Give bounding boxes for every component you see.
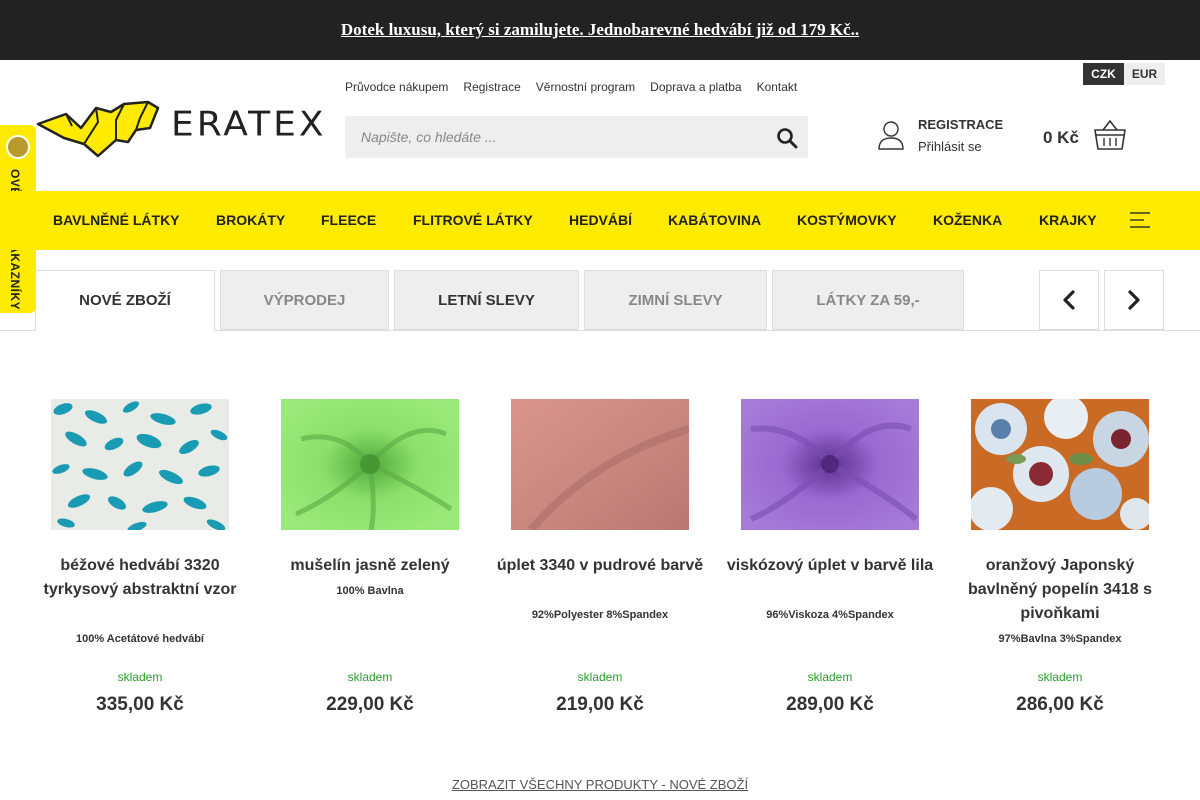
- toplink-shipping[interactable]: Doprava a platba: [650, 80, 741, 94]
- toplink-loyalty[interactable]: Věrnostní program: [536, 80, 635, 94]
- site-logo[interactable]: ERATEX: [36, 100, 324, 158]
- logo-text: ERATEX: [171, 105, 327, 144]
- product-composition: 100% Acetátové hedvábí: [76, 633, 204, 645]
- tabs-prev-button[interactable]: [1039, 270, 1099, 330]
- currency-eur-button[interactable]: EUR: [1124, 63, 1165, 85]
- verified-seal-icon: [6, 135, 30, 159]
- product-image[interactable]: [51, 399, 229, 530]
- promo-link[interactable]: Dotek luxusu, který si zamilujete. Jedno…: [341, 20, 859, 40]
- product-stock: skladem: [1037, 670, 1083, 684]
- search-input[interactable]: [345, 116, 765, 158]
- show-all-products-link[interactable]: ZOBRAZIT VŠECHNY PRODUKTY - NOVÉ ZBOŽÍ: [452, 777, 748, 792]
- product-name[interactable]: viskózový úplet v barvě lila: [715, 554, 945, 578]
- register-link[interactable]: REGISTRACE: [918, 117, 1003, 132]
- promo-bar: Dotek luxusu, který si zamilujete. Jedno…: [0, 0, 1200, 60]
- category-kostymovky[interactable]: KOSTÝMOVKY: [797, 191, 897, 250]
- product-image[interactable]: [971, 399, 1149, 530]
- product-price: 229,00 Kč: [326, 694, 414, 715]
- product-stock: skladem: [347, 670, 393, 684]
- show-all-container: ZOBRAZIT VŠECHNY PRODUKTY - NOVÉ ZBOŽÍ: [0, 777, 1200, 792]
- product-name[interactable]: úplet 3340 v pudrové barvě: [485, 554, 715, 578]
- product-composition: 97%Bavlna 3%Spandex: [998, 633, 1122, 645]
- cart-total: 0 Kč: [1043, 128, 1079, 147]
- product-composition: 92%Polyester 8%Spandex: [531, 609, 669, 621]
- product-image[interactable]: [741, 399, 919, 530]
- toplink-registration[interactable]: Registrace: [463, 80, 520, 94]
- category-hedvabi[interactable]: HEDVÁBÍ: [569, 191, 632, 250]
- product-composition: 100% Bavlna: [336, 585, 404, 597]
- toplink-guide[interactable]: Průvodce nákupem: [345, 80, 448, 94]
- category-flitrove-latky[interactable]: FLITROVÉ LÁTKY: [413, 191, 533, 250]
- product-price: 219,00 Kč: [556, 694, 644, 715]
- product-price: 289,00 Kč: [786, 694, 874, 715]
- category-fleece[interactable]: FLEECE: [321, 191, 376, 250]
- category-nav: BAVLNĚNÉ LÁTKY BROKÁTY FLEECE FLITROVÉ L…: [0, 191, 1200, 250]
- product-stock: skladem: [807, 670, 853, 684]
- currency-switcher: CZK EUR: [1083, 63, 1165, 85]
- basket-icon[interactable]: [1093, 118, 1127, 152]
- toplink-contact[interactable]: Kontakt: [757, 80, 798, 94]
- product-image[interactable]: [511, 399, 689, 530]
- chevron-left-icon: [1063, 290, 1075, 310]
- login-link[interactable]: Přihlásit se: [918, 139, 982, 154]
- menu-icon[interactable]: [1130, 212, 1150, 228]
- chevron-right-icon: [1128, 290, 1140, 310]
- tab-vyprodej[interactable]: VÝPRODEJ: [220, 270, 389, 330]
- product-name[interactable]: mušelín jasně zelený: [255, 554, 485, 578]
- product-composition: 96%Viskoza 4%Spandex: [766, 609, 894, 621]
- tab-latky-za-59[interactable]: LÁTKY ZA 59,-: [772, 270, 964, 330]
- search-icon[interactable]: [776, 127, 798, 149]
- category-kabatovina[interactable]: KABÁTOVINA: [668, 191, 761, 250]
- currency-czk-button[interactable]: CZK: [1083, 63, 1124, 85]
- tab-nove-zbozi[interactable]: NOVÉ ZBOŽÍ: [35, 270, 215, 331]
- user-icon: [878, 121, 904, 150]
- product-stock: skladem: [577, 670, 623, 684]
- product-stock: skladem: [117, 670, 163, 684]
- logo-fabric-icon: [36, 100, 160, 158]
- tabs-next-button[interactable]: [1104, 270, 1164, 330]
- product-name[interactable]: oranžový Japonský bavlněný popelín 3418 …: [945, 554, 1175, 626]
- tab-zimni-slevy[interactable]: ZIMNÍ SLEVY: [584, 270, 767, 330]
- category-krajky[interactable]: KRAJKY: [1039, 191, 1097, 250]
- product-image[interactable]: [281, 399, 459, 530]
- product-name[interactable]: béžové hedvábí 3320 tyrkysový abstraktní…: [25, 554, 255, 602]
- category-bavlnene-latky[interactable]: BAVLNĚNÉ LÁTKY: [53, 191, 180, 250]
- product-price: 286,00 Kč: [1016, 694, 1104, 715]
- top-links: Průvodce nákupem Registrace Věrnostní pr…: [345, 80, 797, 94]
- category-kozenka[interactable]: KOŽENKA: [933, 191, 1002, 250]
- search-box: [345, 116, 808, 158]
- product-price: 335,00 Kč: [96, 694, 184, 715]
- tab-letni-slevy[interactable]: LETNÍ SLEVY: [394, 270, 579, 330]
- category-brokaty[interactable]: BROKÁTY: [216, 191, 285, 250]
